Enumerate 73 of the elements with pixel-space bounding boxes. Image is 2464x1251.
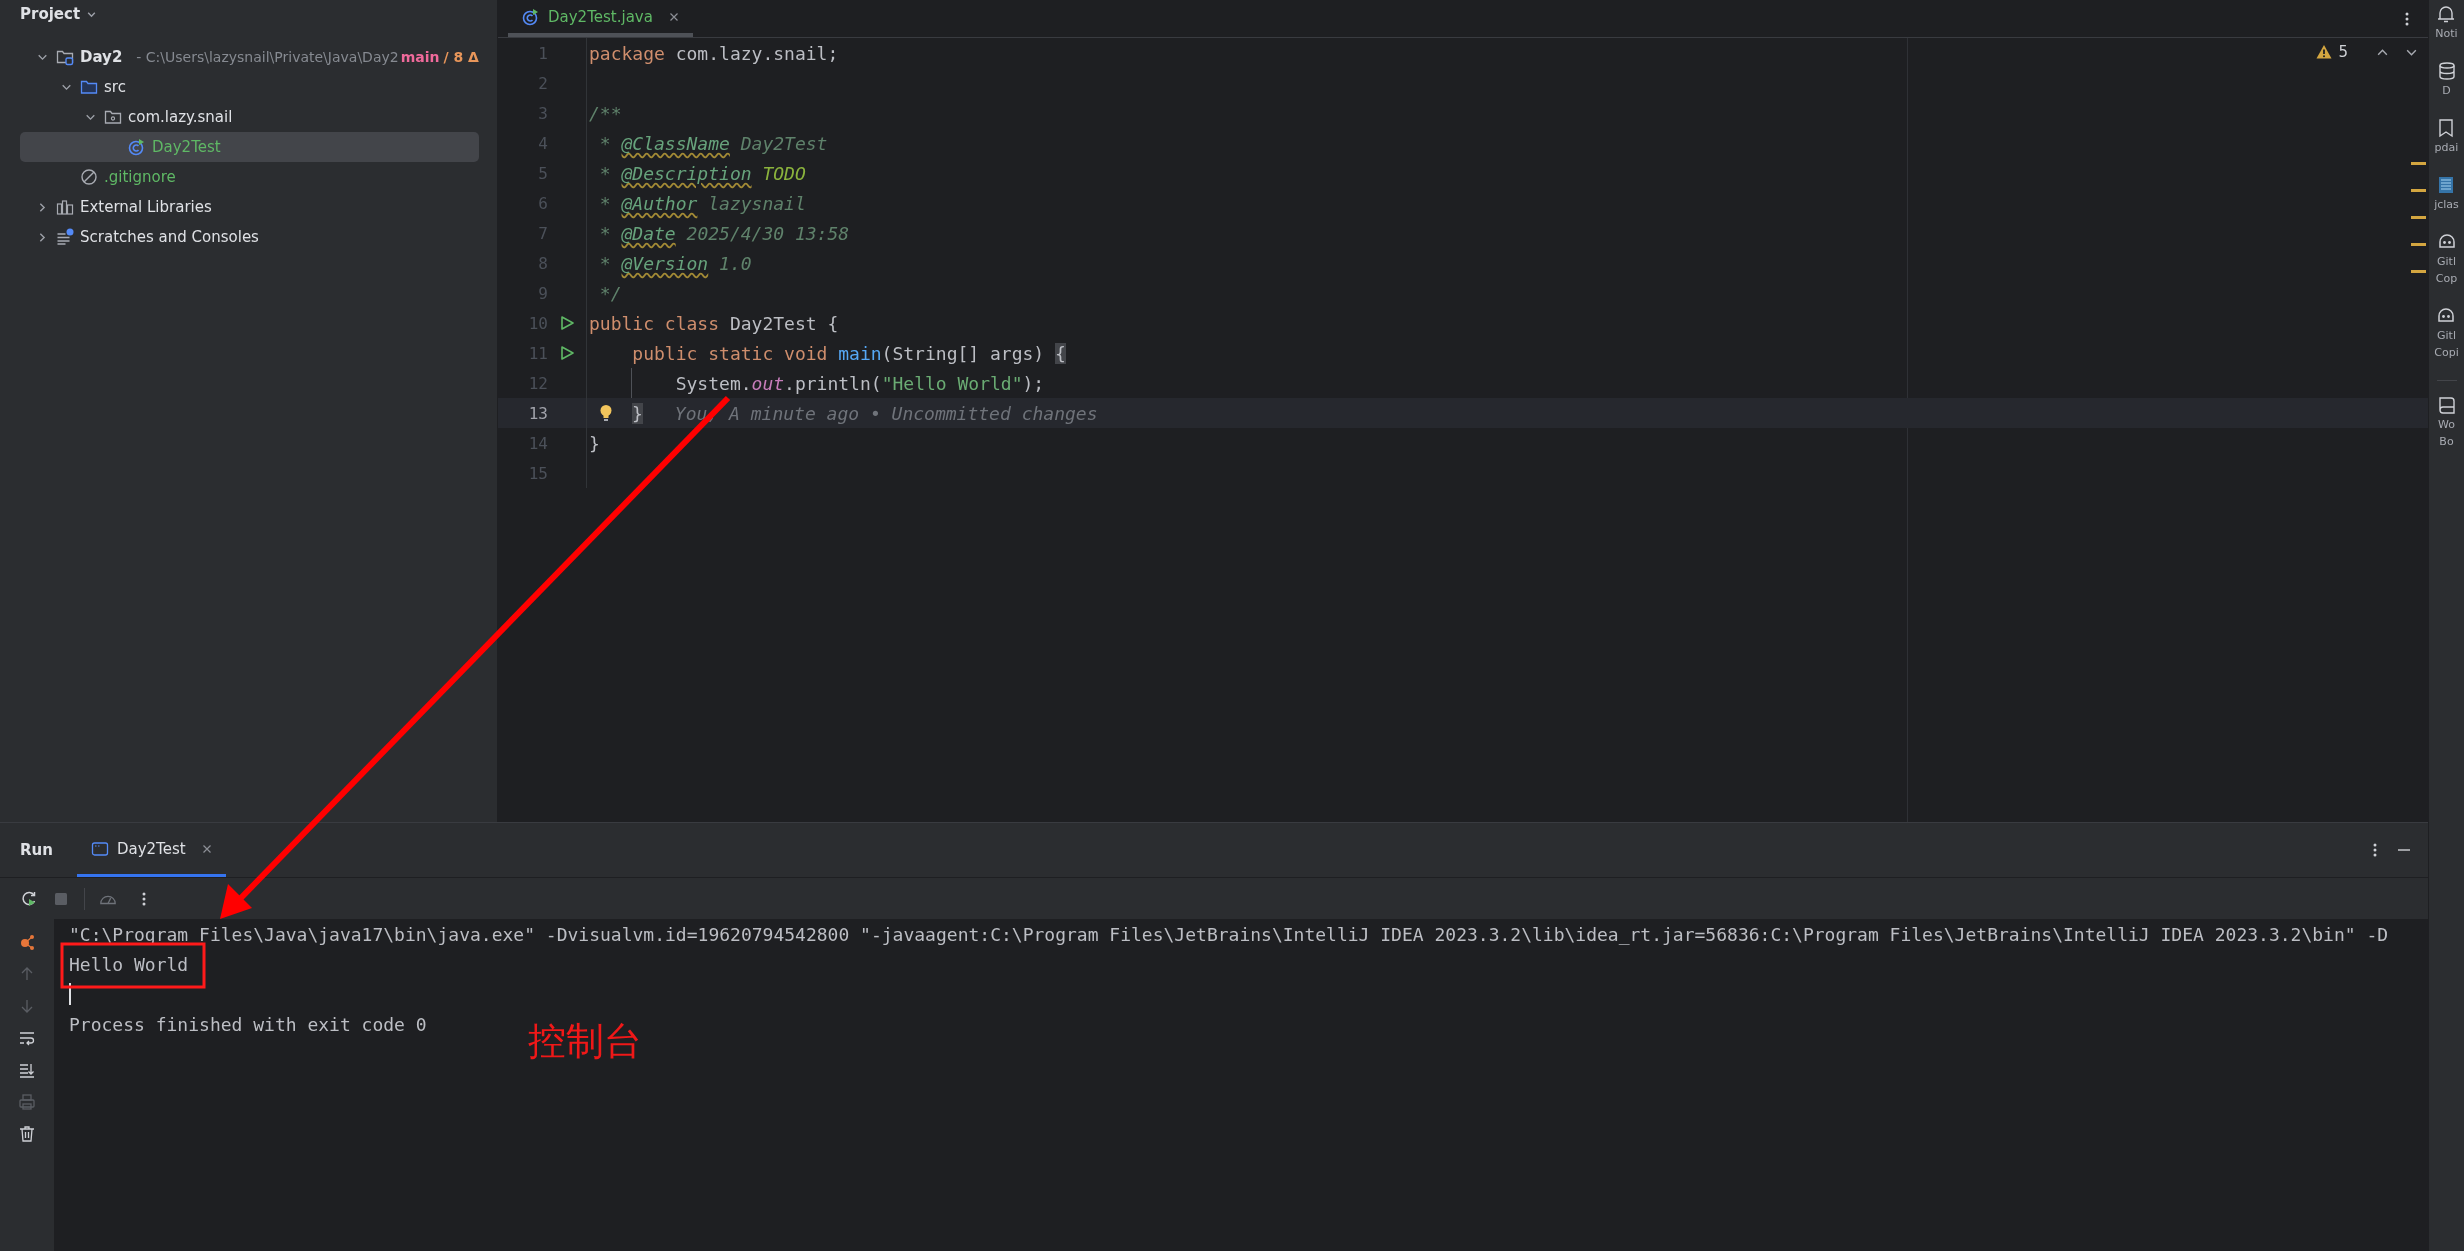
tool-window-label[interactable]: Gitl: [2437, 254, 2456, 269]
code-line: * @ClassName Day2Test: [598, 132, 828, 154]
console-command: "C:\Program Files\Java\java17\bin\java.exe" -Dvisualvm.id=19620794542800 "-javaagent:C:\Program Files\JetBrains\IntelliJ IDEA 2023.3.2\lib\idea_rt.jar=56836:C:\Program Files\JetBrains\IntelliJ IDEA 2023.3.2\bin" -D: [69, 923, 2389, 945]
tree-item-label: Day2: [80, 48, 123, 66]
tree-item[interactable]: .gitignore: [20, 162, 479, 192]
panel-title[interactable]: Project: [20, 5, 81, 23]
run-icon[interactable]: [559, 315, 575, 331]
tool-window-title: Run: [20, 841, 53, 859]
tree-item[interactable]: Day2 - C:\Users\lazysnail\Private\Java\Day2 main / 8 Δ: [20, 42, 479, 72]
module-path: - C:\Users\lazysnail\Private\Java\Day2: [136, 49, 399, 65]
code-line: /**: [589, 102, 622, 124]
bell-icon[interactable]: [2436, 4, 2457, 24]
more-icon[interactable]: [2372, 841, 2378, 859]
code-line: package com.lazy.snail;: [589, 42, 839, 64]
tree-item-label: Day2Test: [152, 138, 221, 156]
console-output: Process finished with exit code 0: [69, 1013, 427, 1035]
line-number: 13: [527, 403, 548, 423]
database-icon[interactable]: [2436, 61, 2457, 81]
package-folder-icon: [104, 108, 122, 126]
tree-item-label: src: [104, 78, 126, 96]
tool-window-label[interactable]: Copi: [2434, 345, 2459, 360]
console-output: Hello World: [69, 953, 189, 975]
tree-item-label: com.lazy.snail: [128, 108, 233, 126]
tree-item-label: External Libraries: [80, 198, 212, 216]
tree-item-label: .gitignore: [104, 168, 176, 186]
code-line: System.out.println("Hello World");: [674, 372, 1045, 394]
tree-item[interactable]: Day2Test: [20, 132, 479, 162]
tool-window-label[interactable]: pdai: [2434, 140, 2459, 155]
rerun-icon[interactable]: [20, 889, 38, 908]
tree-item[interactable]: com.lazy.snail: [20, 102, 479, 132]
tool-window-label[interactable]: Noti: [2435, 26, 2458, 41]
tool-window-label[interactable]: D: [2442, 83, 2451, 98]
tree-item[interactable]: Scratches and Consoles: [20, 222, 479, 252]
run-icon[interactable]: [559, 345, 575, 361]
console-icon: [90, 839, 109, 858]
text-cursor: [69, 983, 71, 1005]
tool-window-label[interactable]: Gitl: [2437, 328, 2456, 343]
code-line: * @Version 1.0: [598, 252, 752, 274]
close-icon[interactable]: [668, 11, 679, 22]
annotation-label: 控制台: [528, 1018, 642, 1065]
tree-item[interactable]: External Libraries: [20, 192, 479, 222]
debugger-attach-icon[interactable]: [18, 933, 36, 951]
change-count: / 8 Δ: [443, 49, 479, 65]
git-branch: main: [400, 49, 440, 65]
warning-icon[interactable]: [2316, 44, 2333, 60]
tool-window-label[interactable]: Wo: [2438, 417, 2455, 432]
tree-item-label: Scratches and Consoles: [80, 228, 259, 246]
module-folder-icon: [56, 48, 74, 66]
code-line: */: [598, 282, 622, 304]
scroll-to-end-icon[interactable]: [18, 1061, 36, 1079]
ignored-file-icon: [80, 168, 98, 186]
code-line: * @Date 2025/4/30 13:58: [598, 222, 850, 244]
code-line: * @Description TODO: [598, 162, 806, 184]
tool-window-label[interactable]: Cop: [2435, 271, 2458, 286]
code-line: }: [589, 432, 600, 454]
code-line: * @Author lazysnail: [598, 192, 806, 214]
lightbulb-icon[interactable]: [599, 404, 613, 422]
trash-icon[interactable]: [18, 1125, 36, 1143]
book-icon[interactable]: [2436, 395, 2457, 415]
folder-icon: [80, 78, 98, 96]
library-icon: [56, 198, 74, 216]
class-icon: [522, 7, 540, 26]
soft-wrap-icon[interactable]: [18, 1029, 36, 1047]
scratches-icon: [56, 228, 74, 246]
tree-item[interactable]: src: [20, 72, 479, 102]
tool-window-label[interactable]: Bo: [2439, 434, 2454, 449]
code-line: public class Day2Test {: [589, 312, 839, 334]
tool-window-label[interactable]: jclas: [2434, 197, 2459, 212]
warning-count[interactable]: 5: [2338, 43, 2348, 61]
class-icon: [128, 138, 146, 156]
code-line: public static void main(String[] args) {: [631, 342, 1066, 364]
close-icon[interactable]: [201, 843, 212, 854]
editor-tab[interactable]: Day2Test.java: [508, 0, 693, 37]
